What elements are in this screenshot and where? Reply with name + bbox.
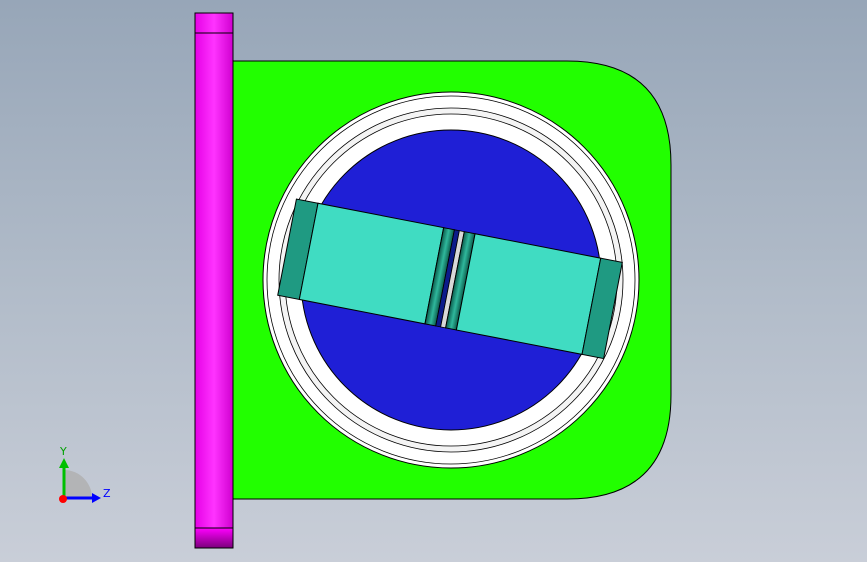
z-axis-label: Z — [103, 487, 111, 500]
x-axis-dot — [59, 495, 67, 503]
triad-quadrant — [64, 470, 92, 498]
side-plate[interactable] — [194, 12, 234, 549]
y-axis-arrow — [59, 458, 69, 468]
y-axis-label: Y — [59, 445, 67, 458]
orientation-triad: Y Z — [59, 445, 111, 503]
cad-viewport[interactable]: Y Z — [0, 0, 867, 562]
z-axis-arrow — [92, 493, 101, 503]
